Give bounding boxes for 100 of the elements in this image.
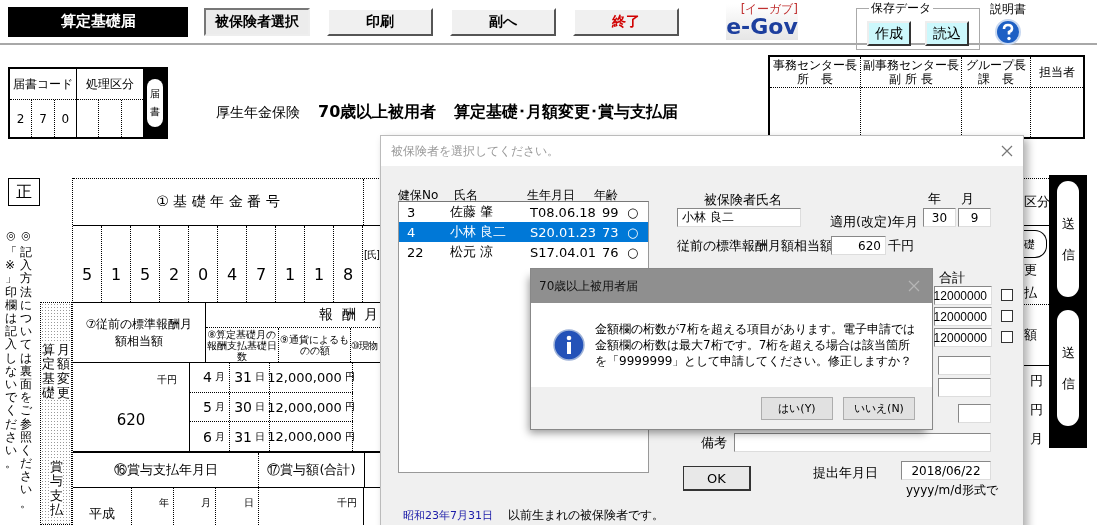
input-field[interactable]	[958, 404, 991, 423]
field-label: 月	[961, 190, 974, 208]
field-label: 適用(改定)年月	[830, 213, 919, 231]
column-heading: 報 酬 月	[318, 305, 379, 324]
dialog-button[interactable]: はい(Y)	[761, 396, 833, 420]
toolbar-button[interactable]: 被保険者選択	[204, 7, 310, 36]
checkbox[interactable]	[1001, 289, 1013, 301]
column-heading: ⑨通貨によるものの額	[279, 328, 351, 362]
section-label: 賞与支払	[49, 460, 63, 518]
dialog-button[interactable]: いいえ(N)	[843, 396, 915, 420]
amount-field[interactable]: 620	[831, 236, 886, 255]
send-button[interactable]: 送信	[1057, 181, 1079, 297]
column-heading: 生年月日	[527, 187, 575, 204]
total-field[interactable]: 12000000	[934, 307, 992, 326]
table-cell: 12,000,000 円	[270, 363, 353, 392]
close-icon[interactable]	[1001, 145, 1013, 157]
date-field[interactable]: 2018/06/22	[901, 461, 991, 480]
e-gov-logo[interactable]: [イーガブ] e-Gov	[726, 3, 798, 40]
ok-button[interactable]: OK	[683, 466, 751, 491]
unit-label: 年	[132, 488, 174, 525]
total-field[interactable]: 12000000	[934, 286, 992, 305]
checkbox[interactable]	[1001, 331, 1013, 343]
name-field[interactable]: 小林 良二	[677, 208, 801, 227]
pension-digit: 5	[73, 226, 102, 302]
table-cell: 620	[116, 411, 146, 429]
cutoff-date: 昭和23年7月31日	[403, 508, 493, 523]
pension-digit: 1	[305, 226, 334, 302]
stamp-heading: 事務センター長	[773, 58, 857, 72]
table-cell-text: 払	[1024, 283, 1038, 302]
pension-digit: 2	[160, 226, 189, 302]
app-title: 算定基礎届	[8, 6, 188, 37]
pension-digit: 1	[102, 226, 131, 302]
checkbox[interactable]	[1001, 310, 1013, 322]
field-label: 被保険者氏名	[704, 191, 782, 209]
code-digit: 7	[32, 100, 55, 137]
input-field[interactable]	[938, 378, 991, 397]
field-label: 合計	[939, 269, 965, 287]
list-row[interactable]: 4 小林 良二 S20.01.23 73 ○	[399, 222, 648, 242]
pension-digit: 7	[247, 226, 276, 302]
stamp-heading: 副 所 長	[889, 72, 933, 86]
table-cell: 31 日	[230, 363, 270, 392]
list-row[interactable]: 22 松元 涼 S17.04.01 76 ○	[399, 242, 648, 262]
stamp-heading: グループ長	[966, 58, 1026, 72]
format-hint: yyyy/m/d形式で	[906, 482, 998, 499]
form-subject: 70歳以上被用者	[318, 102, 437, 123]
pension-digit: 1	[276, 226, 305, 302]
stamp-heading: 課 長	[978, 72, 1014, 86]
form-badge: 届書	[147, 79, 163, 127]
group-legend: 保存データ	[869, 2, 933, 15]
remarks-field[interactable]	[734, 433, 991, 452]
code-digit: 0	[60, 110, 71, 128]
column-heading: 健保No	[398, 187, 439, 204]
table-cell-text: 円	[1029, 371, 1044, 390]
help-icon[interactable]	[995, 18, 1021, 45]
code-label: 届書コード	[10, 69, 76, 100]
unit-label: 千円	[259, 488, 364, 525]
table-cell: 6 月	[190, 422, 230, 451]
column-heading: ① 基 礎 年 金 番 号	[73, 179, 364, 225]
toolbar-button[interactable]: 終了	[573, 7, 679, 36]
table-cell: 31 日	[230, 422, 270, 451]
toolbar-button[interactable]: 印刷	[327, 7, 433, 36]
note-mark: ◎	[21, 230, 31, 243]
code-digit: 2	[10, 100, 33, 137]
cutoff-note: 以前生まれの被保険者です。	[508, 507, 664, 524]
field-label: 年	[928, 190, 941, 208]
pension-digit: 4	[218, 226, 247, 302]
year-field[interactable]: 30	[923, 208, 956, 227]
stamp-heading: 担当者	[1039, 65, 1075, 79]
saved-data-button[interactable]: 作成	[867, 21, 911, 46]
column-heading: 年齢	[594, 187, 618, 204]
manual-label: 説明書	[990, 0, 1026, 18]
saved-data-button[interactable]: 読込	[925, 21, 969, 46]
stamp-heading: 所 長	[797, 72, 833, 86]
unit-label: 千円	[888, 237, 914, 255]
message-text: 金額欄の桁数が7桁を超える項目があります。電子申請では金額欄の桁数は最大7桁です。7桁を超える場合は該当箇所を「9999999」として申請してください。修正しますか？	[595, 321, 916, 369]
dialog-title: 被保険者を選択してください。	[391, 142, 559, 160]
send-button[interactable]: 送信	[1057, 310, 1079, 426]
form-name: 算定基礎･月額変更･賞与支払届	[454, 102, 679, 123]
field-label: 備考	[701, 434, 727, 452]
era-label: 平成	[73, 488, 132, 525]
table-cell: 30 日	[230, 392, 270, 422]
column-heading: ⑯賞与支払年月日	[73, 453, 259, 487]
info-icon	[553, 329, 585, 361]
unit-label: 日	[216, 488, 259, 525]
column-heading: ⑦従前の標準報酬月額相当額	[73, 303, 206, 362]
pension-digit: 5	[131, 226, 160, 302]
note-mark: ◎	[6, 230, 16, 243]
column-heading: ⑩現物	[351, 338, 379, 353]
input-field[interactable]	[938, 356, 991, 375]
insurance-type: 厚生年金保険	[216, 104, 300, 122]
unit-label: 月	[174, 488, 216, 525]
table-cell-text: 月	[1029, 429, 1044, 448]
column-heading: ⑰賞与額(合計)	[259, 453, 365, 487]
month-field[interactable]: 9	[958, 208, 991, 227]
note-text: 記入方法については裏面をご参照ください。	[20, 246, 32, 510]
toolbar-button[interactable]: 副へ	[450, 7, 556, 36]
total-field[interactable]: 12000000	[934, 328, 992, 347]
table-cell-text: 円	[1029, 400, 1044, 419]
list-row[interactable]: 3 佐藤 肇 T08.06.18 99 ○	[399, 202, 648, 222]
field-label: 提出年月日	[813, 464, 878, 482]
